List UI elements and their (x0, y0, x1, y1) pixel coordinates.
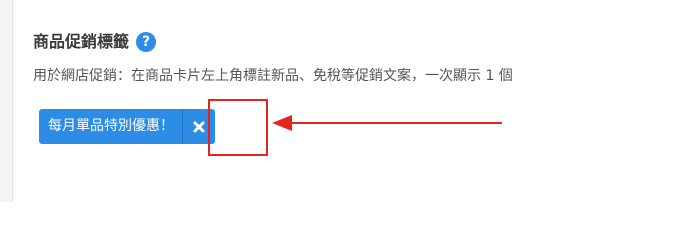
annotation-highlight-box (208, 99, 268, 156)
question-circle-icon[interactable]: ? (136, 32, 157, 52)
promo-tag: 每月單品特別優惠！ (39, 109, 215, 144)
section-title: 商品促銷標籤 (33, 32, 130, 51)
annotation-arrow (272, 115, 502, 131)
left-panel-strip (0, 0, 12, 202)
section-header: 商品促銷標籤 ? (33, 31, 157, 53)
promo-tag-label: 每月單品特別優惠！ (39, 109, 182, 144)
close-x-icon (193, 121, 205, 132)
panel-divider (12, 0, 13, 202)
section-description: 用於網店促銷：在商品卡片左上角標註新品、免稅等促銷文案，一次顯示 1 個 (33, 68, 513, 84)
